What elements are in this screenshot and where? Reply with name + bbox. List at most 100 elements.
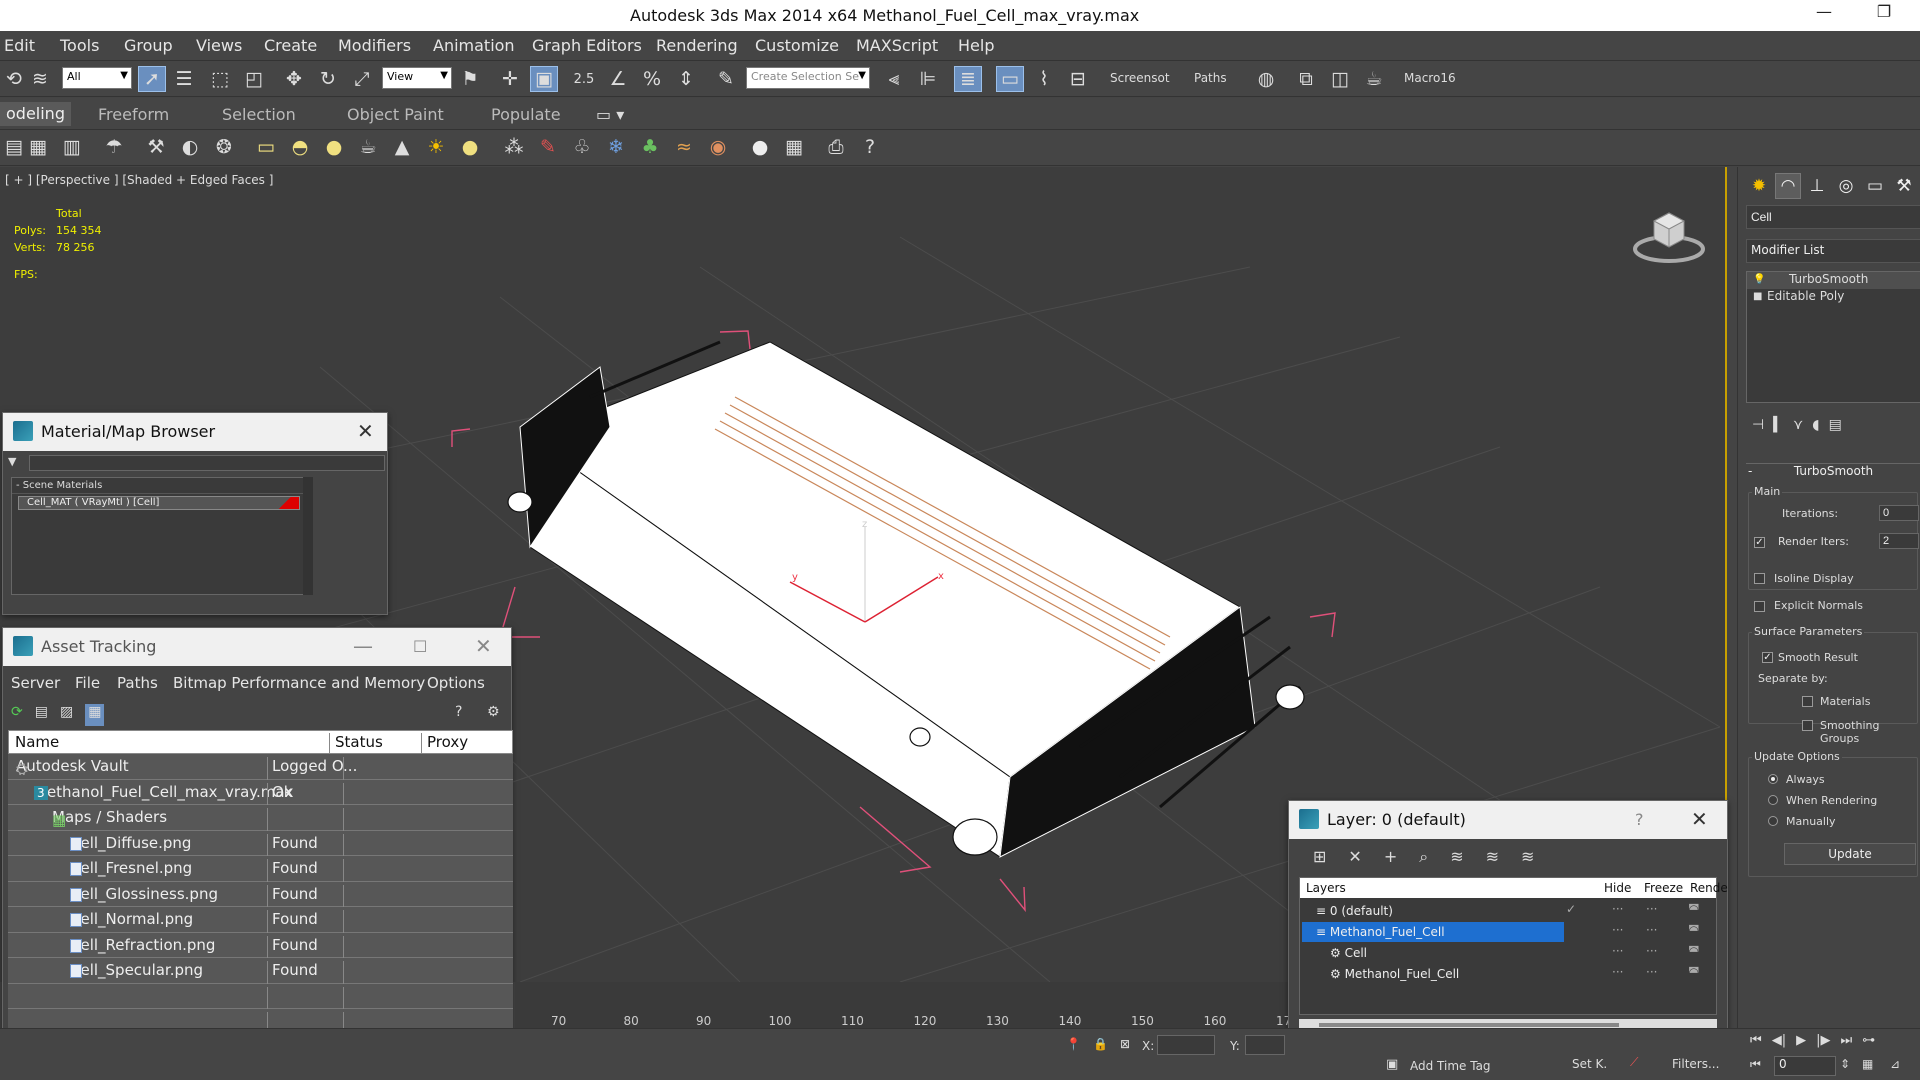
menu-animation[interactable]: Animation — [433, 36, 515, 55]
render-grid-icon[interactable]: ▦ — [780, 134, 808, 160]
cone-icon[interactable]: ▲ — [388, 134, 416, 160]
menu-rendering[interactable]: Rendering — [656, 36, 738, 55]
align-icon[interactable]: ⊫ — [914, 66, 942, 92]
current-layer-check[interactable]: ✓ — [1566, 902, 1576, 916]
smooth-result-checkbox[interactable]: ✓ — [1762, 652, 1773, 663]
layer-row[interactable]: ≡ 0 (default) ✓ ··· ··· ◚ — [1300, 900, 1716, 922]
select-manipulate-icon[interactable]: ✛ — [496, 66, 524, 92]
at-menu-file[interactable]: File — [75, 674, 100, 692]
material-list-scrollbar[interactable] — [303, 477, 313, 595]
menu-edit[interactable]: Edit — [4, 36, 35, 55]
smoothing-groups-checkbox[interactable] — [1802, 720, 1813, 731]
col-layers[interactable]: Layers — [1306, 881, 1346, 895]
keyboard-shortcut-icon[interactable]: ▣ — [530, 66, 558, 92]
settings-icon[interactable]: ⚙ — [487, 704, 500, 720]
previous-frame-icon[interactable]: ◀| — [1772, 1033, 1786, 1055]
grass-icon[interactable]: ♣ — [636, 134, 664, 160]
go-to-end-icon[interactable]: ⏭ — [1840, 1033, 1852, 1055]
maximize-icon[interactable]: ☐ — [413, 637, 427, 656]
layer-row[interactable]: ⚙ Methanol_Fuel_Cell ··· ··· ◚ — [1300, 963, 1716, 985]
snowflake-icon[interactable]: ❄ — [602, 134, 630, 160]
update-manually-radio[interactable] — [1768, 816, 1778, 826]
bind-space-warp-icon[interactable]: ≋ — [26, 66, 54, 92]
freeze-toggle[interactable]: ··· — [1646, 944, 1657, 958]
materials-checkbox[interactable] — [1802, 696, 1813, 707]
tab-freeform[interactable]: Freeform — [98, 105, 169, 124]
display-tab-icon[interactable]: ▭ — [1862, 173, 1888, 199]
menu-graph-editors[interactable]: Graph Editors — [532, 36, 642, 55]
modify-tab-icon[interactable]: ◠ — [1775, 173, 1801, 199]
modifier-editable-poly[interactable]: ■ Editable Poly — [1747, 289, 1920, 306]
motion-tab-icon[interactable]: ◎ — [1833, 173, 1859, 199]
lightbulb-icon[interactable]: 💡 — [1753, 274, 1765, 285]
tab-selection[interactable]: Selection — [222, 105, 296, 124]
table-icon[interactable]: ▥ — [58, 134, 86, 160]
highlight-layer-icon[interactable]: ≋ — [1450, 847, 1463, 869]
time-configuration-icon[interactable]: ▦ — [1862, 1057, 1873, 1071]
schematic-view-icon[interactable]: ⊟ — [1064, 66, 1092, 92]
at-menu-options[interactable]: Options — [427, 674, 485, 692]
expand-icon[interactable]: ■ — [1753, 291, 1762, 302]
undo-icon[interactable]: ⟲ — [0, 66, 28, 92]
hair-icon[interactable]: ≈ — [670, 134, 698, 160]
at-menu-server[interactable]: Server — [11, 674, 60, 692]
sphere-half-icon[interactable]: ◐ — [176, 134, 204, 160]
zoom-extents-icon[interactable]: ⊿ — [1890, 1057, 1900, 1071]
refresh-icon[interactable]: ⟳ — [11, 704, 23, 726]
light-sphere-icon[interactable]: ● — [456, 134, 484, 160]
show-end-result-icon[interactable]: ▍ — [1773, 417, 1784, 433]
modifier-list-dropdown[interactable]: Modifier List — [1746, 239, 1920, 263]
configure-sets-icon[interactable]: ▤ — [1829, 417, 1842, 433]
sun-lamp-icon[interactable]: ☂ — [100, 134, 128, 160]
menu-modifiers[interactable]: Modifiers — [338, 36, 411, 55]
menu-views[interactable]: Views — [196, 36, 242, 55]
close-icon[interactable]: ✕ — [1691, 807, 1708, 831]
explicit-normals-checkbox[interactable] — [1754, 601, 1765, 612]
selection-filter-dropdown[interactable]: All ▼ — [62, 67, 132, 89]
table-row[interactable]: Cell_Normal.png Found — [8, 907, 513, 935]
time-config-icon[interactable]: ⏮ — [1750, 1057, 1761, 1072]
time-tag-icon[interactable]: ▣ — [1386, 1057, 1398, 1072]
menu-create[interactable]: Create — [264, 36, 317, 55]
iterations-spinner[interactable] — [1879, 505, 1919, 521]
scale-icon[interactable]: ⤢ — [348, 66, 376, 92]
help-icon[interactable]: ? — [856, 134, 884, 160]
remove-modifier-icon[interactable]: ◖ — [1812, 417, 1819, 433]
track-bar[interactable]: 708090100110120130140150160170 — [515, 982, 1299, 1028]
isolate-icon[interactable]: 📍 — [1066, 1037, 1081, 1051]
create-tab-icon[interactable]: ✹ — [1746, 173, 1772, 199]
col-hide[interactable]: Hide — [1604, 881, 1631, 895]
plane-icon[interactable]: ▭ — [252, 134, 280, 160]
screenshot-button[interactable]: Screensot — [1110, 71, 1170, 85]
move-icon[interactable]: ✥ — [280, 66, 308, 92]
minimize-button[interactable]: — — [1804, 2, 1844, 28]
rect-selection-icon[interactable]: ⬚ — [206, 66, 234, 92]
freeze-all-icon[interactable]: ≋ — [1521, 847, 1534, 869]
table-row[interactable]: 3 Methanol_Fuel_Cell_max_vray.max Ok — [8, 779, 513, 807]
percent-snap-icon[interactable]: % — [638, 66, 666, 92]
image-view-icon[interactable]: ▨ — [60, 704, 73, 726]
export-icon[interactable]: ⎙ — [822, 134, 850, 160]
menu-maxscript[interactable]: MAXScript — [856, 36, 938, 55]
hide-toggle[interactable]: ··· — [1612, 944, 1623, 958]
current-frame-field[interactable]: 0 — [1774, 1056, 1836, 1076]
layer-window-titlebar[interactable]: Layer: 0 (default) ? ✕ — [1289, 801, 1727, 839]
material-editor-icon[interactable]: ◍ — [1252, 66, 1280, 92]
tools-icon[interactable]: ⚒ — [142, 134, 170, 160]
sun-icon[interactable]: ☀ — [422, 134, 450, 160]
render-sphere-icon[interactable]: ● — [746, 134, 774, 160]
rotate-icon[interactable]: ↻ — [314, 66, 342, 92]
table-row[interactable]: ▦ Maps / Shaders — [8, 805, 513, 833]
key-filter-icon[interactable]: ⟋ — [1630, 1055, 1638, 1070]
col-name[interactable]: Name — [15, 733, 59, 751]
spinner-snap-icon[interactable]: ⇕ — [672, 66, 700, 92]
menu-customize[interactable]: Customize — [755, 36, 839, 55]
viewcube-icon[interactable] — [1632, 203, 1706, 267]
render-setup-icon[interactable]: ⧉ — [1292, 66, 1320, 92]
close-icon[interactable]: ✕ — [475, 634, 492, 658]
paths-button[interactable]: Paths — [1194, 71, 1227, 85]
y-coord-field[interactable] — [1245, 1035, 1285, 1055]
scroll-thumb[interactable] — [1319, 1023, 1619, 1027]
render-iters-checkbox[interactable]: ✓ — [1754, 537, 1765, 548]
paint-icon[interactable]: ✎ — [534, 134, 562, 160]
